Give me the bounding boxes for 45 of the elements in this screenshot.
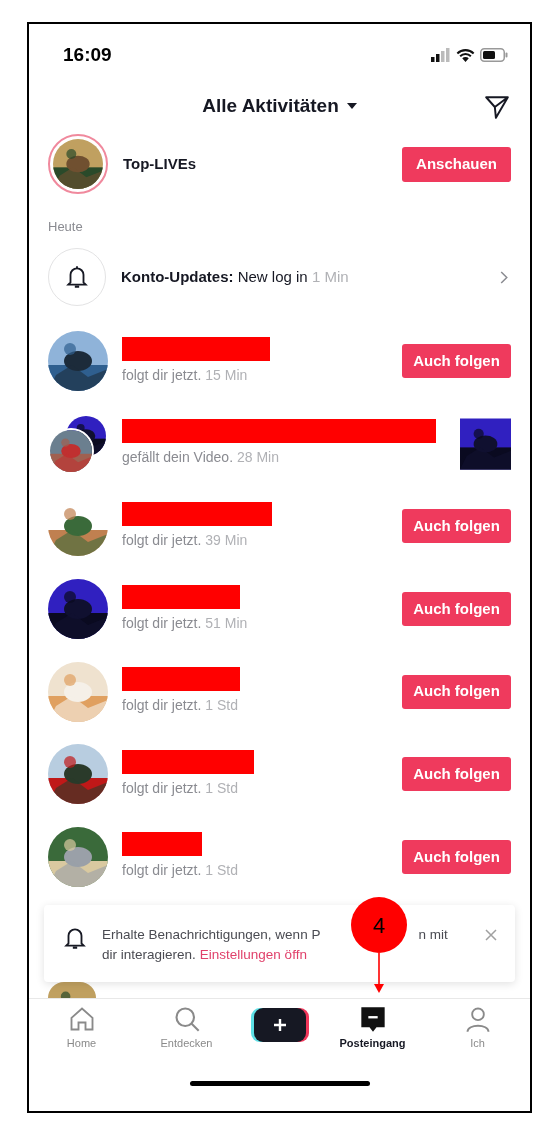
tab-item[interactable]: Home xyxy=(43,1005,120,1052)
follow-back-button[interactable]: Auch folgen xyxy=(402,344,511,379)
activity-text: folgt dir jetzt. 1 Std xyxy=(122,778,239,798)
chevron-right-icon xyxy=(500,270,508,284)
bell-icon xyxy=(64,264,90,290)
tab-item[interactable]: Ich xyxy=(439,1005,516,1052)
follow-back-button[interactable]: Auch folgen xyxy=(402,674,511,709)
battery-icon xyxy=(480,48,508,62)
account-update-text: Konto-Updates: New log in 1 Min xyxy=(121,266,349,287)
inbox-icon xyxy=(358,1005,387,1034)
create-button[interactable] xyxy=(253,1008,306,1043)
follow-back-button[interactable]: Auch folgen xyxy=(402,592,511,627)
activity-text: folgt dir jetzt. 51 Min xyxy=(122,613,248,633)
section-heading: Heute xyxy=(48,217,83,236)
account-update-row[interactable]: Konto-Updates: New log in 1 Min xyxy=(29,242,530,312)
banner-text: dir interagieren. xyxy=(102,946,196,965)
activity-text: folgt dir jetzt. 1 Std xyxy=(122,696,239,716)
activity-text: folgt dir jetzt. 39 Min xyxy=(122,531,249,550)
watch-button[interactable]: Anschauen xyxy=(402,146,511,182)
banner-text: n mit xyxy=(418,926,448,945)
banner-text: Erhalte Benachrichtigungen, wenn P xyxy=(102,926,321,945)
search-icon xyxy=(172,1005,201,1034)
top-lives-label: Top-LIVEs xyxy=(123,153,197,174)
wifi-icon xyxy=(456,48,475,62)
plus-icon xyxy=(272,1018,287,1033)
settings-link[interactable]: Einstellungen öffn xyxy=(199,945,307,966)
signal-icon xyxy=(431,48,451,62)
follow-back-button[interactable]: Auch folgen xyxy=(402,839,511,874)
avatar-stack[interactable] xyxy=(48,413,108,474)
caret-icon xyxy=(346,103,357,109)
avatar[interactable] xyxy=(48,982,96,999)
follow-back-button[interactable]: Auch folgen xyxy=(402,509,511,544)
follow-back-button[interactable]: Auch folgen xyxy=(402,757,511,792)
activity-text: folgt dir jetzt. 1 Std xyxy=(122,861,238,881)
activity-text: gefällt dein Video. 28 Min xyxy=(122,448,280,468)
activity-filter-dropdown[interactable]: Alle Aktivitäten xyxy=(202,91,357,121)
tab-item[interactable]: Entdecken xyxy=(148,1005,225,1052)
bell-icon xyxy=(62,925,88,952)
live-avatar[interactable] xyxy=(48,134,108,194)
send-icon[interactable] xyxy=(484,94,510,120)
close-icon[interactable] xyxy=(485,929,497,942)
annotation-arrow xyxy=(374,953,384,994)
activity-text: folgt dir jetzt. 15 Min xyxy=(122,365,249,385)
status-time: 16:09 xyxy=(63,42,112,67)
tab-item[interactable]: Posteingang xyxy=(334,1005,411,1052)
